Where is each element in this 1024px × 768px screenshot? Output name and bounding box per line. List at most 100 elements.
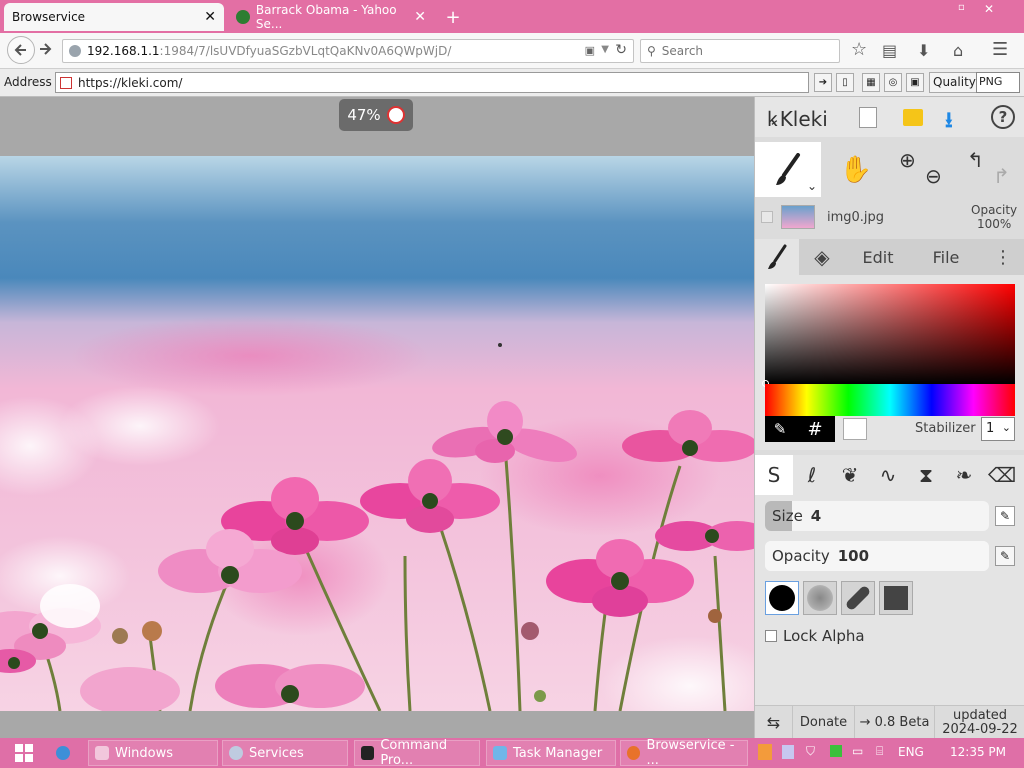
tab-brush[interactable] (755, 239, 799, 275)
task-services[interactable]: Services (222, 740, 348, 766)
chisel-tip-button[interactable] (841, 581, 875, 615)
download-icon[interactable]: ⬇ (917, 41, 930, 60)
menu-icon[interactable]: ☰ (992, 39, 1008, 60)
bookmark-star-icon[interactable]: ☆ (851, 39, 867, 60)
network-icon[interactable]: ⌸ (876, 744, 883, 759)
eraser-button[interactable]: ⌫ (983, 455, 1021, 495)
find-icon[interactable]: ◎ (884, 73, 902, 92)
back-button[interactable] (7, 36, 35, 64)
pen-brush-button[interactable]: S (755, 455, 793, 495)
bookmark-icon[interactable]: ▯ (836, 73, 854, 92)
close-tab-icon[interactable]: ✕ (204, 9, 216, 25)
lock-alpha-checkbox[interactable] (765, 630, 777, 642)
search-input[interactable]: ⚲ Search (640, 39, 840, 63)
tray-app-icon[interactable] (758, 744, 772, 760)
donate-button[interactable]: Donate (793, 706, 855, 739)
new-image-icon[interactable] (859, 107, 877, 128)
size-label: Size (772, 507, 803, 525)
task-command-prompt[interactable]: Command Pro... (354, 738, 480, 768)
go-button[interactable]: ➔ (814, 73, 832, 92)
restore-icon[interactable]: ▫ (958, 2, 965, 13)
reading-list-icon[interactable]: ▤ (882, 41, 897, 60)
tray-app-icon[interactable] (782, 745, 794, 759)
more-menu-icon[interactable]: ⋮ (981, 239, 1024, 275)
drawing-canvas-area[interactable]: 47% (0, 97, 754, 711)
task-browservice[interactable]: Browservice - ... (620, 738, 748, 768)
new-tab-button[interactable]: + (438, 3, 468, 31)
smudge-brush-button[interactable]: ❧ (945, 455, 983, 495)
hex-input-button[interactable]: # (795, 416, 835, 442)
reader-icon[interactable]: ▣ (585, 44, 595, 57)
chevron-down-icon[interactable]: ⌄ (807, 179, 817, 193)
zoom-reset-icon[interactable] (386, 106, 405, 124)
blend-brush-button[interactable]: ℓ (793, 455, 831, 495)
tab-browservice[interactable]: Browservice ✕ (4, 3, 224, 31)
task-windows[interactable]: Windows (88, 740, 218, 766)
brush-icon (776, 152, 800, 185)
layer-opacity-label: Opacity (971, 203, 1018, 217)
task-task-manager[interactable]: Task Manager (486, 740, 616, 766)
brush-tool-button[interactable]: ⌄ (755, 142, 821, 197)
download-image-icon[interactable]: ⭳ (945, 103, 953, 141)
layer-visibility-checkbox[interactable] (761, 211, 773, 223)
eyedropper-button[interactable]: ✎ (765, 416, 795, 442)
canvas-image[interactable] (0, 156, 754, 711)
zoom-in-icon[interactable]: ⊕ (899, 148, 916, 172)
stabilizer-select[interactable]: 1 ⌄ (981, 417, 1015, 441)
undo-icon[interactable]: ↰ (967, 148, 984, 172)
task-label: Windows (115, 745, 174, 761)
save-icon[interactable]: ▦ (862, 73, 880, 92)
tab-layers[interactable]: ◈ (799, 239, 845, 275)
tab-edit[interactable]: Edit (845, 239, 911, 275)
reload-icon[interactable]: ↻ (615, 42, 627, 58)
size-slider[interactable]: Size 4 (765, 501, 989, 531)
zoom-out-icon[interactable]: ⊖ (925, 164, 942, 188)
hand-tool-button[interactable]: ✋ (823, 142, 889, 197)
sketchy-brush-button[interactable]: ❦ (831, 455, 869, 495)
task-label: Command Pro... (380, 738, 448, 768)
system-clock[interactable]: 12:35 PM (950, 745, 1006, 759)
language-indicator[interactable]: ENG (898, 745, 924, 759)
help-icon[interactable]: ? (991, 105, 1015, 129)
color-picker: ✎ # Stabilizer 1 ⌄ (755, 275, 1024, 450)
round-soft-tip-button[interactable] (803, 581, 837, 615)
size-pressure-toggle[interactable]: ✎ (995, 506, 1015, 526)
lock-alpha-toggle[interactable]: Lock Alpha (765, 627, 865, 645)
forward-button[interactable] (38, 42, 52, 59)
kleki-logo-text: Kleki (779, 106, 828, 131)
chemy-brush-button[interactable]: ⧗ (907, 455, 945, 495)
explorer-icon (95, 746, 109, 760)
version-button[interactable]: → 0.8 Beta (855, 706, 935, 739)
address-input[interactable]: https://kleki.com/ (55, 72, 809, 93)
dropdown-icon[interactable]: ▼ (601, 44, 609, 55)
pen-brush-icon: S (767, 463, 781, 487)
secondary-color-swatch[interactable] (843, 418, 867, 440)
close-window-icon[interactable]: ✕ (984, 2, 994, 16)
security-shield-icon[interactable]: ⛉ (806, 744, 815, 759)
opacity-pressure-toggle[interactable]: ✎ (995, 546, 1015, 566)
opacity-slider[interactable]: Opacity 100 (765, 541, 989, 571)
round-hard-tip-button[interactable] (765, 581, 799, 615)
url-bar[interactable]: 192.168.1.1 :1984/7/lsUVDfyuaSGzbVLqtQaK… (62, 39, 634, 63)
monitor-icon[interactable]: ▭ (852, 744, 863, 758)
home-icon[interactable]: ⌂ (953, 41, 963, 60)
clipboard-icon[interactable]: ▣ (906, 73, 924, 92)
quality-button[interactable]: Quality (929, 72, 980, 93)
tab-yahoo-search[interactable]: Barrack Obama - Yahoo Se... ✕ (228, 3, 434, 31)
format-select[interactable]: PNG (976, 72, 1020, 93)
saturation-value-box[interactable] (762, 284, 1015, 387)
open-folder-icon[interactable] (903, 109, 923, 126)
tab-label: Barrack Obama - Yahoo Se... (255, 3, 397, 31)
pixel-brush-button[interactable]: ∿ (869, 455, 907, 495)
ie-pinned[interactable] (48, 740, 78, 766)
swap-sides-icon[interactable]: ⇆ (755, 706, 793, 739)
start-button[interactable] (6, 740, 42, 766)
tray-app-icon[interactable] (830, 745, 842, 757)
kleki-logo[interactable]: ꝃ Kleki (767, 105, 828, 132)
tab-file[interactable]: File (911, 239, 981, 275)
close-tab-icon[interactable]: ✕ (414, 9, 426, 25)
hue-slider[interactable] (765, 384, 1015, 416)
layer-preview-row[interactable]: img0.jpg Opacity 100% (755, 197, 1024, 239)
square-tip-button[interactable] (879, 581, 913, 615)
redo-icon[interactable]: ↱ (993, 164, 1010, 188)
